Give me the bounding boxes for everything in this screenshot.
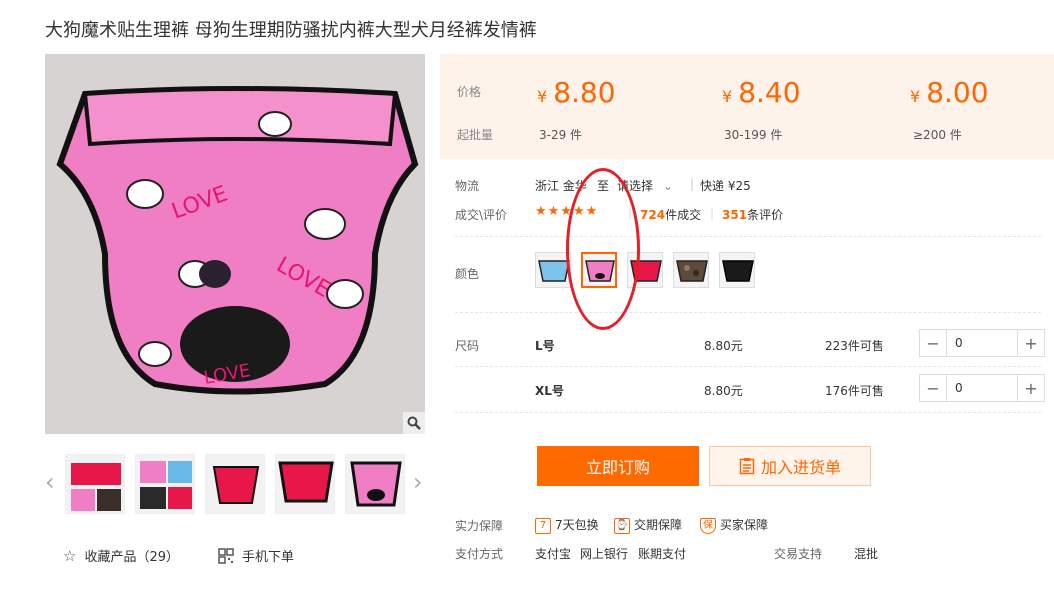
price-tier-3: ¥8.00 [910, 76, 989, 109]
quantity-stepper-xl: − 0 + [919, 374, 1045, 402]
add-to-cart-button[interactable]: 加入进货单 [709, 446, 871, 486]
magnifier-icon [407, 416, 421, 430]
price-tier-2: ¥8.40 [722, 76, 801, 109]
increment-button[interactable]: + [1018, 375, 1044, 401]
price-value: 8.80 [553, 76, 616, 109]
quantity-stepper-l: − 0 + [919, 329, 1045, 357]
size-stock: 223件可售 [825, 339, 884, 353]
trade-support-label: 交易支持 [774, 547, 823, 561]
guarantee-text: 买家保障 [720, 518, 769, 532]
highlight-annotation [566, 168, 640, 330]
thumbnail-strip: ‹ › [45, 452, 425, 516]
price-value: 8.00 [926, 76, 989, 109]
price-label: 价格 [457, 85, 482, 99]
color-label: 颜色 [455, 267, 480, 281]
increment-button[interactable]: + [1018, 330, 1044, 356]
mobile-order[interactable]: 手机下单 [218, 546, 294, 565]
decrement-button[interactable]: − [920, 375, 946, 401]
currency-symbol: ¥ [722, 87, 733, 106]
color-swatch-camo[interactable] [673, 252, 709, 288]
divider: | [690, 177, 695, 191]
sold-suffix: 件成交 [665, 208, 702, 222]
divider [455, 412, 1041, 413]
star-outline-icon: ☆ [63, 546, 77, 565]
thumbnail-3[interactable] [205, 454, 265, 514]
size-price: 8.80元 [704, 339, 743, 353]
divider [455, 236, 1041, 237]
price-box: 价格 起批量 ¥8.80 ¥8.40 ¥8.00 3-29 件 30-199 件… [440, 54, 1054, 159]
trade-support-value: 混批 [854, 547, 879, 561]
chevron-right-icon[interactable]: › [413, 470, 423, 494]
quantity-input[interactable]: 0 [946, 330, 1018, 356]
thumbnail-5[interactable] [345, 454, 405, 514]
currency-symbol: ¥ [537, 87, 548, 106]
size-label: 尺码 [455, 339, 480, 353]
range-tier-1: 3-29 件 [539, 128, 583, 142]
delivery-icon: ⌚ [614, 517, 630, 534]
qr-code-icon [218, 547, 234, 564]
guarantee-label: 实力保障 [455, 519, 504, 533]
seven-day-icon: 7 [535, 517, 551, 534]
payment-method: 支付宝 [535, 547, 572, 561]
color-swatch-black[interactable] [719, 252, 755, 288]
favorite-label: 收藏产品（29） [84, 550, 179, 565]
review-count-link[interactable]: 351条评价 [722, 206, 783, 223]
payment-method: 网上银行 [580, 547, 629, 561]
zoom-button[interactable] [403, 412, 425, 434]
guarantee-item[interactable]: ⌚ 交期保障 [614, 516, 682, 534]
sold-count-link[interactable]: 724件成交 [640, 206, 701, 223]
logistics-label: 物流 [455, 179, 480, 193]
thumbnail-1[interactable] [65, 454, 125, 514]
currency-symbol: ¥ [910, 87, 921, 106]
order-now-button[interactable]: 立即订购 [537, 446, 699, 486]
divider: | [710, 206, 715, 220]
add-to-cart-label: 加入进货单 [760, 458, 841, 477]
divider [455, 312, 1041, 313]
size-price: 8.80元 [704, 384, 743, 398]
review-suffix: 条评价 [747, 208, 784, 222]
reviews-label: 成交\评价 [455, 208, 508, 222]
size-name: L号 [535, 339, 555, 353]
main-product-image[interactable]: LOVE LOVE LOVE [45, 54, 425, 434]
divider [455, 366, 1041, 367]
quantity-input[interactable]: 0 [946, 375, 1018, 401]
sold-count: 724 [640, 208, 666, 222]
guarantee-text: 7天包换 [555, 518, 599, 532]
range-tier-2: 30-199 件 [724, 128, 783, 142]
review-count: 351 [722, 208, 748, 222]
size-stock: 176件可售 [825, 384, 884, 398]
price-tier-1: ¥8.80 [537, 76, 616, 109]
decrement-button[interactable]: − [920, 330, 946, 356]
thumbnail-2[interactable] [135, 454, 195, 514]
thumbnail-4[interactable] [275, 454, 335, 514]
price-value: 8.40 [738, 76, 801, 109]
shield-icon: 保 [700, 517, 716, 534]
range-tier-3: ≥200 件 [913, 128, 962, 142]
express-fee: 快递 ¥25 [700, 179, 751, 193]
mobile-label: 手机下单 [242, 550, 295, 565]
size-name: XL号 [535, 384, 564, 398]
guarantee-item[interactable]: 保买家保障 [700, 516, 768, 534]
moq-label: 起批量 [457, 128, 494, 142]
favorite-product[interactable]: ☆ 收藏产品（29） [63, 546, 179, 566]
chevron-down-icon: ⌄ [662, 179, 673, 193]
clipboard-icon [739, 458, 755, 475]
payment-label: 支付方式 [455, 547, 504, 561]
payment-method: 账期支付 [638, 547, 687, 561]
guarantee-item[interactable]: 7 7天包换 [535, 516, 599, 534]
product-title: 大狗魔术贴生理裤 母狗生理期防骚扰内裤大型犬月经裤发情裤 [45, 20, 537, 41]
guarantee-text: 交期保障 [634, 518, 683, 532]
chevron-left-icon[interactable]: ‹ [45, 470, 55, 494]
